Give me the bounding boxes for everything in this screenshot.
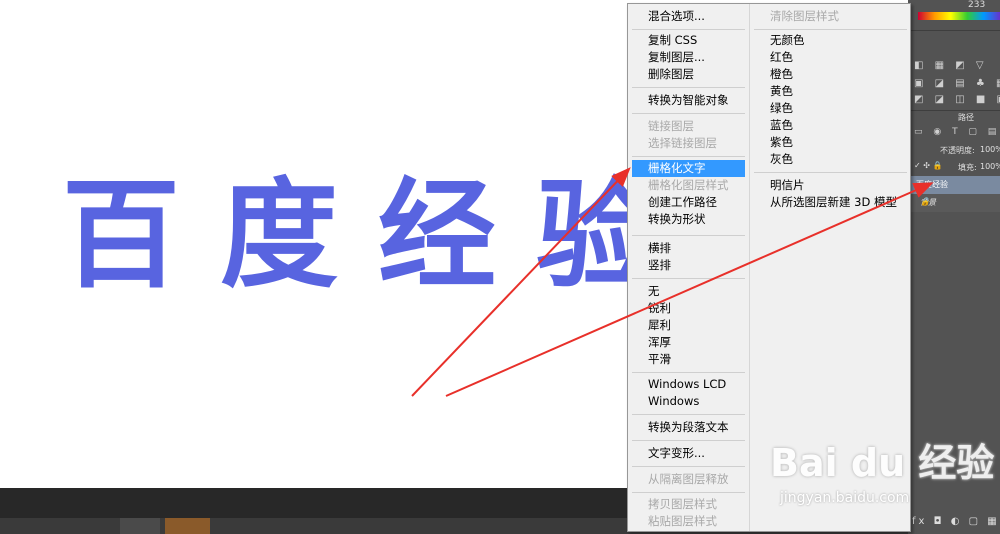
menu-separator — [632, 235, 745, 236]
menu-item-convert-smart-object[interactable]: 转换为智能对象 — [632, 92, 745, 109]
menu-item-windows-lcd[interactable]: Windows LCD — [632, 376, 745, 393]
adjust-icons-row[interactable]: ▣ ◪ ▤ ♣ ▦ — [914, 78, 1000, 89]
menu-item-postcard[interactable]: 明信片 — [754, 177, 907, 194]
menu-item-paste-layer-style[interactable]: 粘贴图层样式 — [632, 513, 745, 530]
fill-value[interactable]: 100% — [980, 162, 1000, 171]
menu-item-convert-paragraph-text[interactable]: 转换为段落文本 — [632, 419, 745, 436]
menu-separator — [754, 172, 907, 173]
menu-item-color-green[interactable]: 绿色 — [754, 100, 907, 117]
menu-separator — [632, 87, 745, 88]
menu-item-color-blue[interactable]: 蓝色 — [754, 117, 907, 134]
menu-item-select-linked-layers[interactable]: 选择链接图层 — [632, 135, 745, 152]
menu-separator — [632, 156, 745, 157]
panel-divider — [908, 30, 1000, 31]
menu-separator — [632, 372, 745, 373]
menu-item-create-work-path[interactable]: 创建工作路径 — [632, 194, 745, 211]
style-icons-row[interactable]: ◧ ▦ ◩ ▽ — [914, 60, 988, 71]
layer-name: 百度经验 — [916, 180, 948, 189]
menu-separator — [632, 414, 745, 415]
color-ramp[interactable] — [918, 12, 1000, 20]
menu-item-new-3d-model[interactable]: 从所选图层新建 3D 模型 — [754, 194, 907, 211]
menu-item-color-violet[interactable]: 紫色 — [754, 134, 907, 151]
tab-paths[interactable]: 路径 — [958, 112, 974, 123]
menu-separator — [632, 278, 745, 279]
menu-separator — [754, 29, 907, 30]
menu-item-antialias-sharp[interactable]: 锐利 — [632, 300, 745, 317]
color-value: 233 — [968, 0, 986, 10]
canvas-text-layer[interactable]: 百度经验 — [62, 160, 694, 310]
menu-item-antialias-smooth[interactable]: 平滑 — [632, 351, 745, 368]
menu-item-vertical[interactable]: 竖排 — [632, 257, 745, 274]
panel-divider — [908, 110, 1000, 111]
layer-filter-icons[interactable]: ▭ ◉ T ▢ ▤ — [914, 127, 1000, 137]
menu-item-convert-to-shape[interactable]: 转换为形状 — [632, 211, 745, 228]
menu-item-warp-text[interactable]: 文字变形... — [632, 445, 745, 462]
baidu-watermark-url: jingyan.baidu.com — [780, 490, 910, 506]
adjust-icons-row-2[interactable]: ◩ ◪ ◫ ■ ▣ — [914, 94, 1000, 105]
menu-item-duplicate-layer[interactable]: 复制图层... — [632, 49, 745, 66]
menu-item-color-orange[interactable]: 橙色 — [754, 66, 907, 83]
lock-icons[interactable]: ✓ ✣ 🔒 — [914, 161, 942, 170]
menu-item-delete-layer[interactable]: 删除图层 — [632, 66, 745, 83]
menu-item-antialias-strong[interactable]: 浑厚 — [632, 334, 745, 351]
menu-item-blending-options[interactable]: 混合选项... — [632, 8, 745, 25]
baidu-watermark: Bai du 经验 — [770, 441, 995, 485]
menu-separator — [632, 440, 745, 441]
menu-item-clear-layer-style[interactable]: 清除图层样式 — [754, 8, 907, 25]
layers-bottom-icons[interactable]: fx ◘ ◐ ▢ ▦ ◨ — [912, 516, 1000, 527]
menu-item-color-yellow[interactable]: 黄色 — [754, 83, 907, 100]
menu-item-windows[interactable]: Windows — [632, 393, 745, 410]
menu-item-link-layers[interactable]: 链接图层 — [632, 118, 745, 135]
menu-item-copy-css[interactable]: 复制 CSS — [632, 32, 745, 49]
menu-item-rasterize-layer-style[interactable]: 栅格化图层样式 — [632, 177, 745, 194]
menu-item-antialias-crisp[interactable]: 犀利 — [632, 317, 745, 334]
layer-row-background[interactable]: 背景 🔒 — [908, 194, 1000, 212]
opacity-label: 不透明度: — [940, 146, 975, 155]
fill-label: 填充: — [958, 163, 977, 172]
menu-item-antialias-none[interactable]: 无 — [632, 283, 745, 300]
menu-separator — [632, 466, 745, 467]
menu-separator — [632, 29, 745, 30]
menu-item-rasterize-type[interactable]: 栅格化文字 — [632, 160, 745, 177]
lock-icon: 🔒 — [920, 197, 930, 206]
menu-item-color-red[interactable]: 红色 — [754, 49, 907, 66]
opacity-value[interactable]: 100% — [980, 145, 1000, 154]
status-tab[interactable] — [120, 518, 160, 534]
layer-row-text[interactable]: 百度经验 — [908, 176, 1000, 194]
menu-item-release-isolation[interactable]: 从隔离图层释放 — [632, 471, 745, 488]
menu-separator — [632, 492, 745, 493]
menu-item-copy-layer-style[interactable]: 拷贝图层样式 — [632, 496, 745, 513]
menu-item-color-none[interactable]: 无颜色 — [754, 32, 907, 49]
menu-separator — [632, 113, 745, 114]
menu-item-horizontal[interactable]: 横排 — [632, 240, 745, 257]
status-tab-active[interactable] — [165, 518, 210, 534]
menu-item-color-gray[interactable]: 灰色 — [754, 151, 907, 168]
